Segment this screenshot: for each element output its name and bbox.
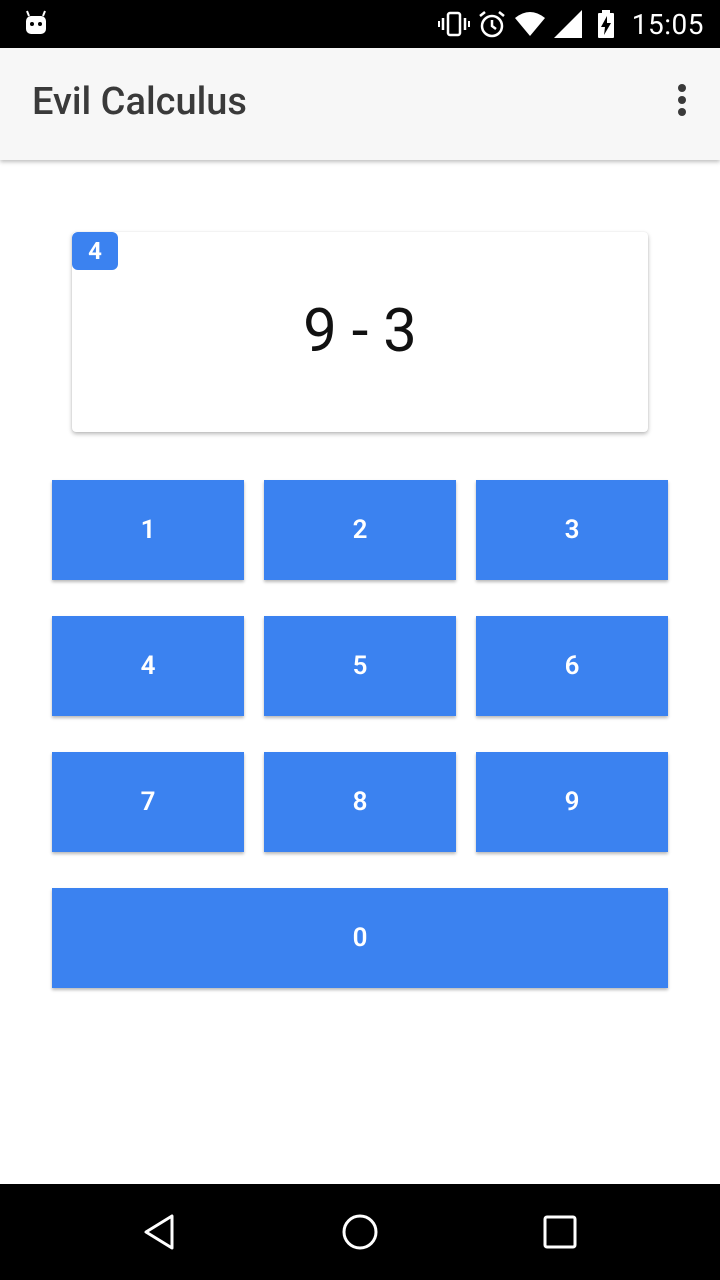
problem-card: 9 - 3 4 [72, 232, 648, 432]
home-icon[interactable] [340, 1212, 380, 1252]
app-bar: Evil Calculus [0, 48, 720, 160]
vibrate-icon [437, 8, 470, 40]
key-4[interactable]: 4 [52, 616, 244, 716]
key-9[interactable]: 9 [476, 752, 668, 852]
key-6[interactable]: 6 [476, 616, 668, 716]
key-5[interactable]: 5 [264, 616, 456, 716]
more-vert-icon[interactable] [670, 84, 694, 124]
counter-badge: 4 [72, 232, 118, 270]
status-bar: 15:05 [0, 0, 720, 48]
problem-text: 9 - 3 [303, 294, 417, 366]
battery-charging-icon [590, 8, 622, 40]
signal-icon [552, 8, 584, 40]
status-time: 15:05 [631, 7, 704, 41]
recents-icon[interactable] [540, 1212, 580, 1252]
key-8[interactable]: 8 [264, 752, 456, 852]
wifi-icon [514, 8, 546, 40]
alarm-icon [476, 8, 508, 40]
key-0[interactable]: 0 [52, 888, 668, 988]
android-icon [24, 10, 48, 36]
back-icon[interactable] [140, 1212, 180, 1252]
key-7[interactable]: 7 [52, 752, 244, 852]
app-title: Evil Calculus [32, 80, 247, 124]
key-3[interactable]: 3 [476, 480, 668, 580]
navigation-bar [0, 1184, 720, 1280]
key-2[interactable]: 2 [264, 480, 456, 580]
key-1[interactable]: 1 [52, 480, 244, 580]
